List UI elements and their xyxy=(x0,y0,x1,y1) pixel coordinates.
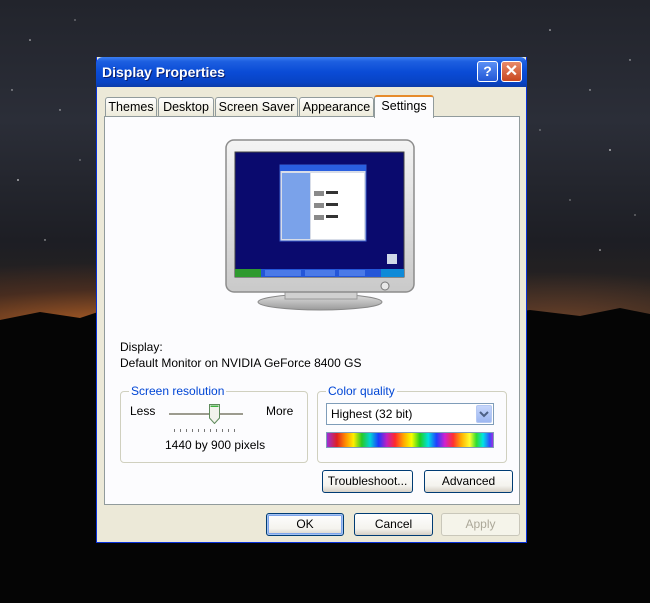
resolution-more-label: More xyxy=(266,404,294,418)
window-title: Display Properties xyxy=(102,64,225,80)
resolution-slider-thumb[interactable] xyxy=(209,404,221,424)
color-quality-group: Color quality Highest (32 bit) xyxy=(317,384,507,463)
display-device-text: Default Monitor on NVIDIA GeForce 8400 G… xyxy=(120,356,362,370)
resolution-slider-ticks xyxy=(174,429,240,432)
resolution-slider-track[interactable] xyxy=(169,413,243,416)
help-button[interactable]: ? xyxy=(477,61,498,82)
color-spectrum-bar xyxy=(326,432,494,448)
troubleshoot-button[interactable]: Troubleshoot... xyxy=(322,470,413,493)
screen-resolution-title: Screen resolution xyxy=(129,384,227,398)
display-label: Display: xyxy=(120,340,163,354)
apply-button[interactable]: Apply xyxy=(441,513,520,536)
settings-panel: Display: Default Monitor on NVIDIA GeFor… xyxy=(104,116,520,505)
advanced-button[interactable]: Advanced xyxy=(424,470,513,493)
tab-screen-saver[interactable]: Screen Saver xyxy=(215,97,298,117)
resolution-less-label: Less xyxy=(130,404,156,418)
close-button[interactable]: ✕ xyxy=(501,61,522,82)
title-bar[interactable]: Display Properties ? ✕ xyxy=(96,57,527,87)
screen-resolution-group: Screen resolution Less More 1440 by 900 … xyxy=(120,384,308,463)
ok-button[interactable]: OK xyxy=(266,513,344,536)
tab-themes[interactable]: Themes xyxy=(105,97,157,117)
tab-desktop[interactable]: Desktop xyxy=(158,97,214,117)
color-quality-selected: Highest (32 bit) xyxy=(331,407,413,421)
dropdown-arrow-icon[interactable] xyxy=(476,405,492,423)
color-quality-select[interactable]: Highest (32 bit) xyxy=(326,403,494,425)
monitor-preview-icon xyxy=(225,139,415,311)
display-properties-window: Display Properties ? ✕ Themes Desktop Sc… xyxy=(96,57,527,543)
tab-appearance[interactable]: Appearance xyxy=(299,97,374,117)
cancel-button[interactable]: Cancel xyxy=(354,513,433,536)
resolution-value-text: 1440 by 900 pixels xyxy=(165,438,266,452)
color-quality-title: Color quality xyxy=(326,384,397,398)
tab-settings[interactable]: Settings xyxy=(374,95,434,118)
